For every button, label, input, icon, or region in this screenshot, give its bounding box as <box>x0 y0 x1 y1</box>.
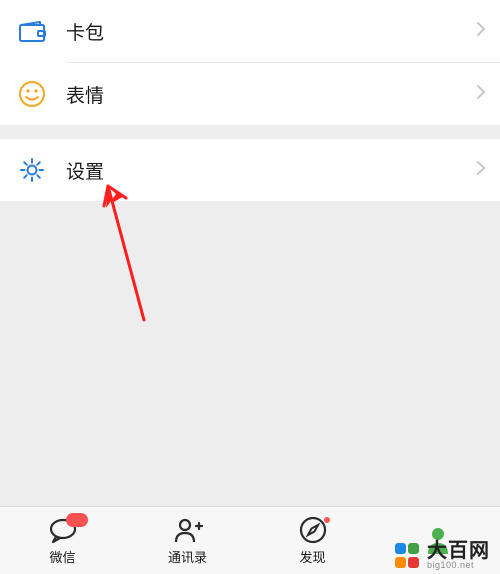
tab-label: 微信 <box>49 547 75 566</box>
gear-icon <box>18 156 46 184</box>
menu-item-label: 设置 <box>66 157 476 184</box>
chat-icon <box>46 515 80 545</box>
smiley-icon <box>18 80 46 108</box>
menu-item-settings[interactable]: 设置 <box>0 139 500 201</box>
tab-label: 通讯录 <box>168 547 207 566</box>
menu-section-1: 卡包 表情 <box>0 0 500 125</box>
wallet-icon <box>18 17 46 45</box>
tab-discover[interactable]: 发现 <box>250 507 375 574</box>
menu-item-label: 卡包 <box>66 18 476 45</box>
person-icon <box>425 525 451 555</box>
tab-bar: 微信 通讯录 发现 <box>0 506 500 574</box>
chevron-right-icon <box>476 21 486 42</box>
tab-wechat[interactable]: 微信 <box>0 507 125 574</box>
section-gap <box>0 125 500 139</box>
menu-item-card-pack[interactable]: 卡包 <box>0 0 500 62</box>
chevron-right-icon <box>476 160 486 181</box>
contacts-icon <box>172 515 204 545</box>
tab-label: 发现 <box>299 547 325 566</box>
compass-icon <box>298 515 328 545</box>
menu-item-label: 表情 <box>66 81 476 108</box>
menu-section-2: 设置 <box>0 139 500 201</box>
tab-contacts[interactable]: 通讯录 <box>125 507 250 574</box>
menu-item-stickers[interactable]: 表情 <box>0 63 500 125</box>
chevron-right-icon <box>476 84 486 105</box>
tab-me[interactable] <box>375 507 500 574</box>
